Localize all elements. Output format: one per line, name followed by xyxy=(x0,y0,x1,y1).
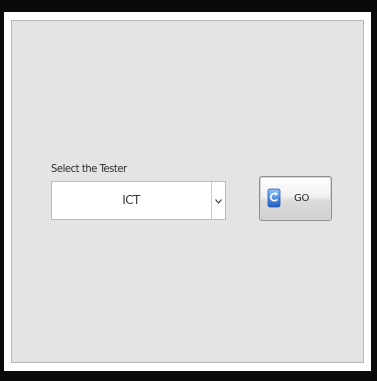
tester-select-label: Select the Tester xyxy=(51,162,127,175)
refresh-icon xyxy=(267,188,281,208)
go-button-label: GO xyxy=(294,193,310,204)
go-button[interactable]: GO xyxy=(259,176,332,221)
tester-dropdown-toggle[interactable] xyxy=(211,182,225,219)
tester-dropdown[interactable]: ICT xyxy=(51,181,226,220)
tester-selection-panel: Select the Tester ICT GO xyxy=(11,20,364,363)
app-window: Select the Tester ICT GO xyxy=(0,0,377,381)
tester-dropdown-value: ICT xyxy=(122,193,140,207)
chevron-down-icon xyxy=(215,199,222,204)
